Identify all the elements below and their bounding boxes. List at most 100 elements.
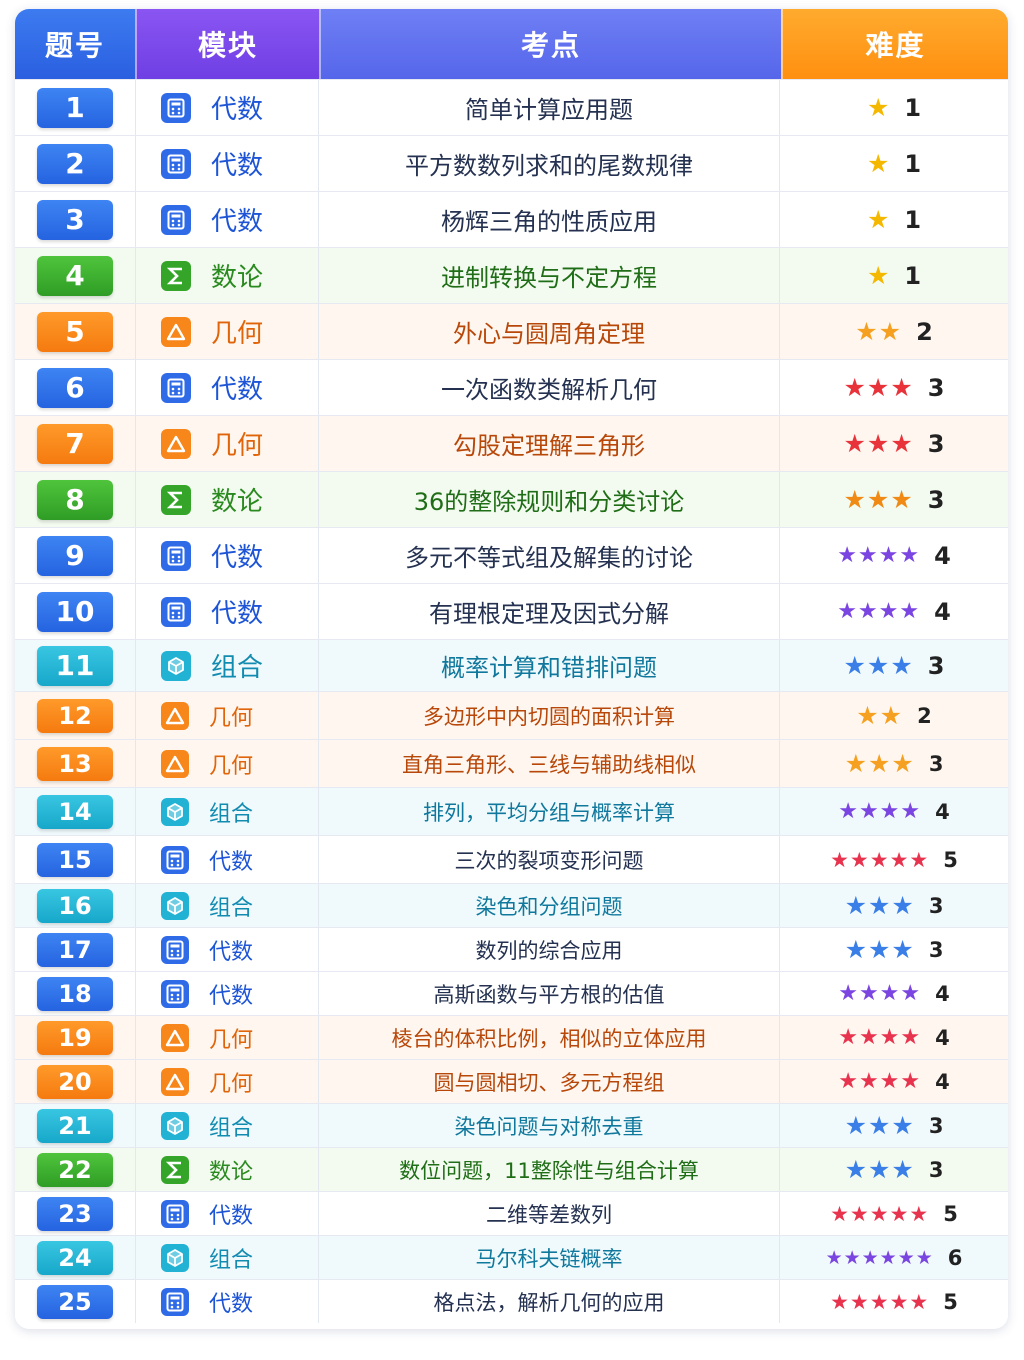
difficulty-cell: ★★★ 3 <box>780 884 1008 927</box>
calculator-icon <box>161 204 191 235</box>
topic-cell: 勾股定理解三角形 <box>319 416 780 471</box>
module-label: 数论 <box>209 1159 254 1185</box>
number-cell: 13 <box>15 740 136 787</box>
difficulty-value: 4 <box>935 1069 950 1094</box>
table-row: 21 组合 染色问题与对称去重 ★★★ 3 <box>15 1103 1008 1147</box>
question-number-badge: 12 <box>37 698 113 733</box>
module-label: 代数 <box>211 543 264 573</box>
difficulty-value: 4 <box>934 597 951 626</box>
difficulty-cell: ★★★★ 4 <box>780 972 1008 1015</box>
star-icon: ★★★★★★ <box>825 1246 934 1269</box>
number-cell: 18 <box>15 972 136 1015</box>
module-label: 组合 <box>211 653 264 683</box>
difficulty-value: 1 <box>904 149 922 178</box>
module-cell: 组合 <box>136 788 319 835</box>
number-cell: 15 <box>15 836 136 883</box>
difficulty-value: 3 <box>927 651 945 680</box>
module-cell: 数论 <box>136 472 319 527</box>
calculator-icon <box>161 372 191 403</box>
module-label: 几何 <box>209 1027 254 1053</box>
number-cell: 5 <box>15 304 136 359</box>
module-label: 组合 <box>209 801 254 827</box>
question-number-badge: 17 <box>37 932 113 967</box>
difficulty-value: 1 <box>904 261 922 290</box>
difficulty-cell: ★★★ 3 <box>780 1148 1008 1191</box>
question-number-badge: 9 <box>37 535 113 576</box>
difficulty-cell: ★★★ 3 <box>780 1104 1008 1147</box>
topic-label: 外心与圆周角定理 <box>453 320 645 348</box>
difficulty-cell: ★ 1 <box>780 80 1008 135</box>
module-cell: 几何 <box>136 740 319 787</box>
number-cell: 17 <box>15 928 136 971</box>
module-label: 数论 <box>211 487 264 517</box>
topic-label: 二维等差数列 <box>486 1202 612 1227</box>
topic-cell: 平方数数列求和的尾数规律 <box>319 136 780 191</box>
difficulty-cell: ★★★ 3 <box>780 640 1008 691</box>
topic-cell: 数位问题，11整除性与组合计算 <box>319 1148 780 1191</box>
number-cell: 14 <box>15 788 136 835</box>
question-number-badge: 1 <box>37 87 113 128</box>
topic-cell: 二维等差数列 <box>319 1192 780 1235</box>
table-row: 15 代数 三次的裂项变形问题 ★★★★★ 5 <box>15 835 1008 883</box>
question-number-badge: 7 <box>37 423 113 464</box>
difficulty-value: 3 <box>927 429 945 458</box>
table-row: 20 几何 圆与圆相切、多元方程组 ★★★★ 4 <box>15 1059 1008 1103</box>
header-no: 题号 <box>15 9 135 79</box>
module-cell: 数论 <box>136 248 319 303</box>
star-icon: ★★★★ <box>837 543 921 568</box>
question-number-badge: 4 <box>37 255 113 296</box>
cube-icon <box>161 650 191 681</box>
module-cell: 代数 <box>136 136 319 191</box>
table-row: 17 代数 数列的综合应用 ★★★ 3 <box>15 927 1008 971</box>
difficulty-value: 5 <box>943 1201 958 1226</box>
topic-label: 染色问题与对称去重 <box>454 1114 644 1139</box>
module-label: 代数 <box>211 599 264 629</box>
topic-label: 染色和分组问题 <box>475 894 623 919</box>
star-icon: ★★★ <box>843 485 914 514</box>
table-row: 12 几何 多边形中内切圆的面积计算 ★★ 2 <box>15 691 1008 739</box>
topic-cell: 简单计算应用题 <box>319 80 780 135</box>
module-cell: 代数 <box>136 192 319 247</box>
topic-cell: 圆与圆相切、多元方程组 <box>319 1060 780 1103</box>
topic-label: 直角三角形、三线与辅助线相似 <box>402 752 696 777</box>
module-cell: 代数 <box>136 1280 319 1323</box>
question-number-badge: 5 <box>37 311 113 352</box>
number-cell: 1 <box>15 80 136 135</box>
number-cell: 19 <box>15 1016 136 1059</box>
module-cell: 组合 <box>136 884 319 927</box>
question-number-badge: 23 <box>37 1196 113 1231</box>
topic-label: 圆与圆相切、多元方程组 <box>433 1070 665 1095</box>
table-row: 24 组合 马尔科夫链概率 ★★★★★★ 6 <box>15 1235 1008 1279</box>
difficulty-value: 3 <box>928 893 944 918</box>
star-icon: ★★★★ <box>838 1025 922 1050</box>
star-icon: ★★★★ <box>837 599 921 624</box>
difficulty-cell: ★★★ 3 <box>780 472 1008 527</box>
number-cell: 20 <box>15 1060 136 1103</box>
topic-cell: 概率计算和错排问题 <box>319 640 780 691</box>
calculator-icon <box>161 596 191 627</box>
number-cell: 10 <box>15 584 136 639</box>
module-label: 组合 <box>209 1247 254 1273</box>
question-number-badge: 15 <box>37 842 113 877</box>
question-number-badge: 25 <box>37 1284 113 1319</box>
topic-cell: 外心与圆周角定理 <box>319 304 780 359</box>
table-row: 4 数论 进制转换与不定方程 ★ 1 <box>15 247 1008 303</box>
star-icon: ★★★ <box>843 373 914 402</box>
topic-cell: 进制转换与不定方程 <box>319 248 780 303</box>
topic-cell: 有理根定理及因式分解 <box>319 584 780 639</box>
topic-cell: 多元不等式组及解集的讨论 <box>319 528 780 583</box>
calculator-icon <box>161 540 191 571</box>
module-label: 几何 <box>211 431 264 461</box>
table-row: 14 组合 排列，平均分组与概率计算 ★★★★ 4 <box>15 787 1008 835</box>
number-cell: 16 <box>15 884 136 927</box>
topic-cell: 高斯函数与平方根的估值 <box>319 972 780 1015</box>
difficulty-value: 3 <box>928 937 944 962</box>
star-icon: ★★★ <box>844 891 915 920</box>
question-number-badge: 24 <box>37 1240 113 1275</box>
module-cell: 数论 <box>136 1148 319 1191</box>
topic-label: 勾股定理解三角形 <box>453 432 645 460</box>
header-module: 模块 <box>135 9 319 79</box>
table-header: 题号 模块 考点 难度 <box>15 9 1008 79</box>
topic-label: 多边形中内切圆的面积计算 <box>423 704 675 729</box>
module-cell: 代数 <box>136 360 319 415</box>
